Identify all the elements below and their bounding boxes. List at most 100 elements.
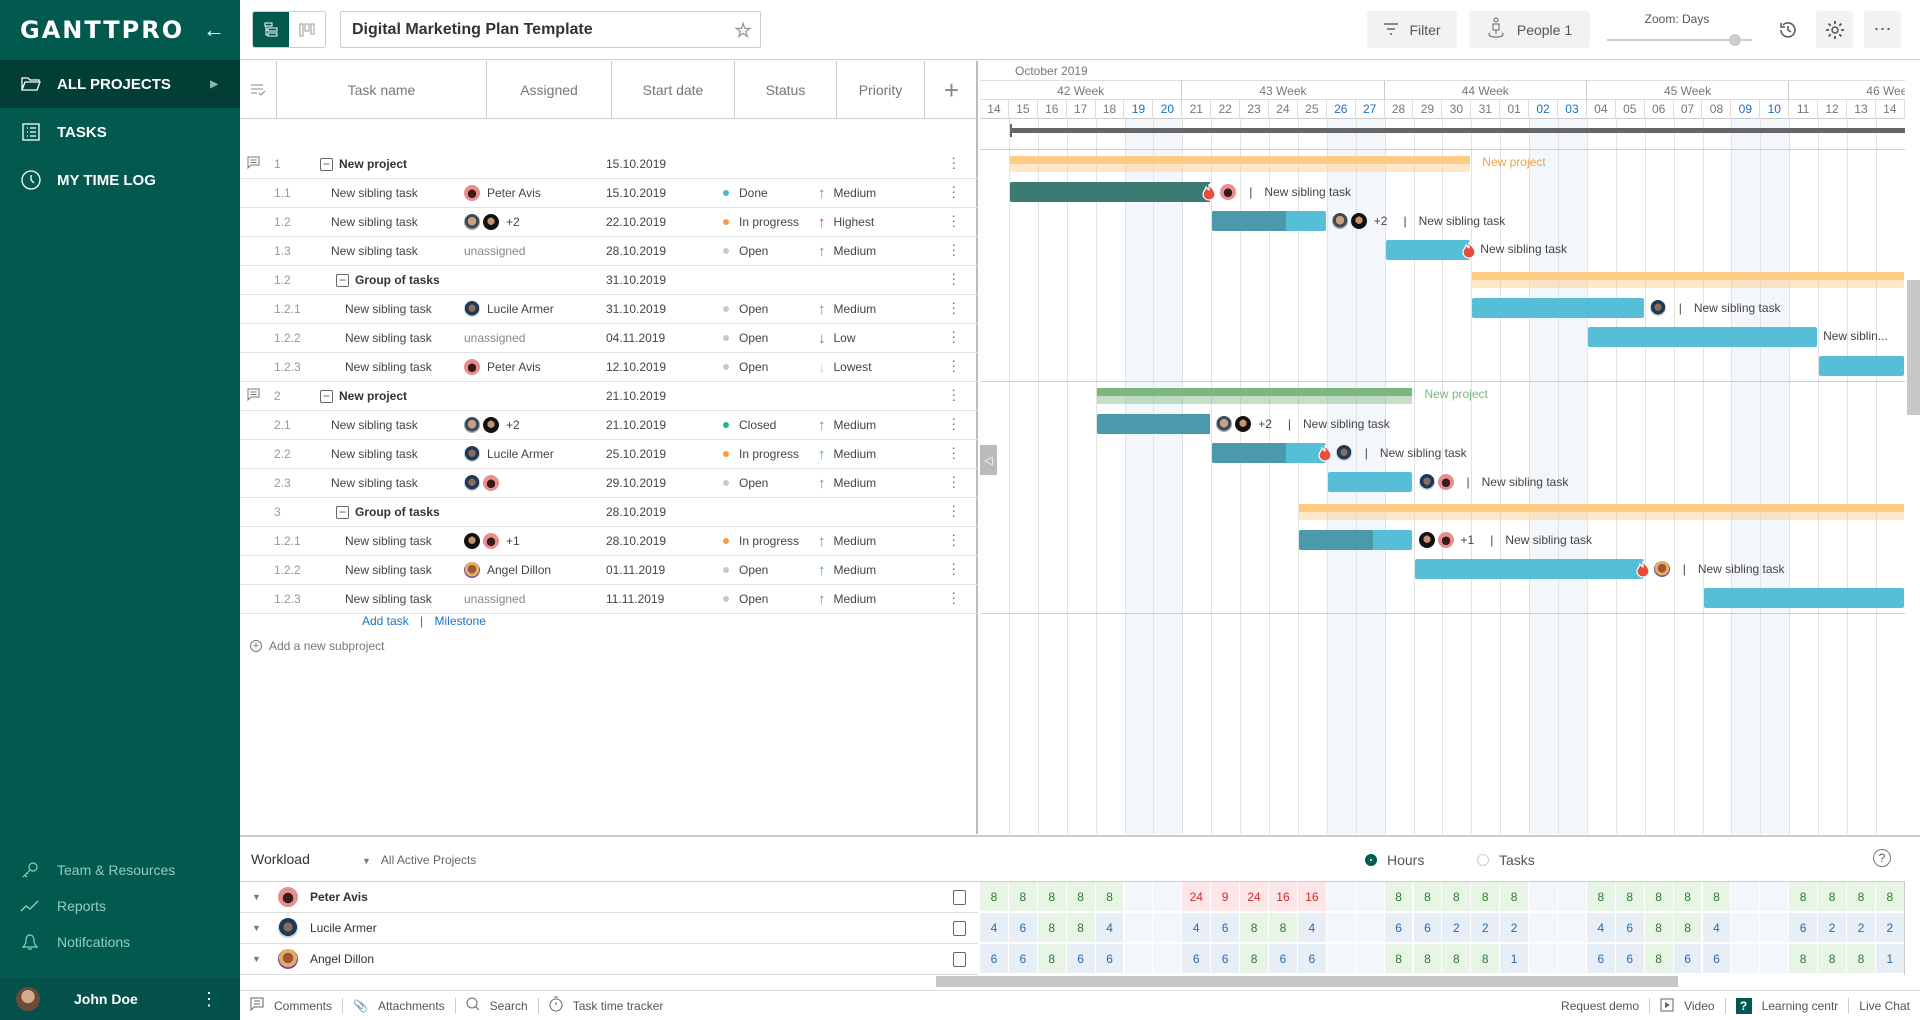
more-vertical-icon[interactable]: · · · bbox=[951, 237, 956, 261]
status-cell[interactable]: Open bbox=[712, 476, 818, 490]
task-name[interactable]: New sibling task bbox=[314, 302, 464, 316]
caret-down-icon[interactable]: ▼ bbox=[252, 923, 262, 933]
task-name[interactable]: New sibling task bbox=[314, 447, 464, 461]
zoom-thumb[interactable] bbox=[1729, 34, 1741, 46]
comments-button[interactable]: Comments bbox=[240, 997, 344, 1014]
add-task-link[interactable]: Add task bbox=[362, 614, 409, 628]
task-name[interactable]: New sibling task bbox=[314, 592, 464, 606]
table-row[interactable]: 1 − New project 15.10.2019 · · · bbox=[240, 150, 978, 179]
table-row[interactable]: 1.2 New sibling task +2 22.10.2019 In progre… bbox=[240, 208, 978, 237]
column-header-task-name[interactable]: Task name bbox=[277, 61, 487, 119]
summary-bar[interactable] bbox=[1472, 272, 1904, 288]
task-bar[interactable] bbox=[1009, 182, 1211, 202]
task-bar[interactable] bbox=[1212, 443, 1326, 463]
task-name[interactable]: New sibling task bbox=[314, 563, 464, 577]
vertical-scrollbar[interactable] bbox=[1907, 280, 1920, 415]
start-date[interactable]: 28.10.2019 bbox=[604, 505, 712, 519]
sidebar-item-reports[interactable]: Reports bbox=[0, 888, 240, 924]
collapse-toggle[interactable]: − bbox=[336, 274, 349, 287]
priority-cell[interactable]: ↑ Medium bbox=[818, 301, 914, 318]
task-bar[interactable] bbox=[1703, 588, 1904, 608]
priority-cell[interactable]: ↑ Medium bbox=[818, 446, 914, 463]
table-row[interactable]: 1.1 New sibling task Peter Avis 15.10.2019 D… bbox=[240, 179, 978, 208]
people-button[interactable]: People 1 bbox=[1469, 11, 1590, 48]
live-chat-link[interactable]: Live Chat bbox=[1849, 998, 1920, 1014]
more-vertical-icon[interactable]: · · · bbox=[951, 266, 956, 290]
start-date[interactable]: 15.10.2019 bbox=[604, 186, 712, 200]
comment-icon[interactable] bbox=[247, 156, 260, 172]
sidebar-item-team-resources[interactable]: Team & Resources bbox=[0, 852, 240, 888]
status-cell[interactable]: Open bbox=[712, 302, 818, 316]
task-name[interactable]: New sibling task bbox=[314, 360, 464, 374]
calendar-icon[interactable] bbox=[953, 952, 966, 967]
assigned-cell[interactable]: Peter Avis bbox=[464, 359, 604, 375]
collapse-toggle[interactable]: − bbox=[320, 158, 333, 171]
help-icon[interactable]: ? bbox=[1873, 849, 1891, 867]
table-row[interactable]: 1.2.2 New sibling task Angel Dillon 01.11.2… bbox=[240, 556, 978, 585]
status-cell[interactable]: Done bbox=[712, 186, 818, 200]
sidebar-item-my-time-log[interactable]: MY TIME LOG bbox=[0, 156, 240, 204]
zoom-slider[interactable]: Zoom: Days bbox=[1607, 12, 1752, 48]
milestone-link[interactable]: Milestone bbox=[435, 614, 486, 628]
add-column-button[interactable]: + bbox=[925, 61, 978, 119]
more-vertical-icon[interactable]: · · · bbox=[951, 324, 956, 348]
sidebar-item-notifications[interactable]: Notifcations bbox=[0, 924, 240, 960]
board-view-button[interactable] bbox=[289, 12, 325, 47]
collapse-pane-arrow-icon[interactable]: ◁ bbox=[980, 445, 997, 475]
user-profile[interactable]: John Doe ⋮ bbox=[0, 978, 240, 1020]
priority-cell[interactable]: ↓ Lowest bbox=[818, 359, 914, 376]
history-icon[interactable] bbox=[1769, 11, 1806, 48]
status-cell[interactable]: Closed bbox=[712, 418, 818, 432]
task-name[interactable]: New sibling task bbox=[314, 331, 464, 345]
start-date[interactable]: 29.10.2019 bbox=[604, 476, 712, 490]
sidebar-item-all-projects[interactable]: ALL PROJECTS ▶ bbox=[0, 60, 240, 108]
project-title-input[interactable]: Digital Marketing Plan Template ☆ bbox=[340, 11, 761, 48]
star-icon[interactable]: ☆ bbox=[734, 18, 752, 43]
video-link[interactable]: Video bbox=[1650, 998, 1726, 1014]
start-date[interactable]: 28.10.2019 bbox=[604, 244, 712, 258]
assigned-cell[interactable]: unassigned bbox=[464, 244, 604, 258]
more-vertical-icon[interactable]: · · · bbox=[951, 527, 956, 551]
task-name[interactable]: New sibling task bbox=[314, 244, 464, 258]
priority-cell[interactable]: ↑ Medium bbox=[818, 417, 914, 434]
table-row[interactable]: 1.2.3 New sibling task unassigned 11.11.201… bbox=[240, 585, 978, 614]
more-vertical-icon[interactable]: · · · bbox=[951, 295, 956, 319]
assigned-cell[interactable]: +2 bbox=[464, 417, 604, 433]
horizontal-scrollbar[interactable] bbox=[936, 976, 1678, 987]
task-bar[interactable] bbox=[1212, 211, 1326, 231]
project-filter-dropdown[interactable]: ▼ All Active Projects bbox=[362, 853, 476, 867]
hours-radio[interactable]: Hours bbox=[1365, 852, 1424, 868]
start-date[interactable]: 25.10.2019 bbox=[604, 447, 712, 461]
collapse-toggle[interactable]: − bbox=[320, 390, 333, 403]
filter-button[interactable]: Filter bbox=[1367, 11, 1457, 48]
summary-bar[interactable] bbox=[1096, 388, 1413, 404]
search-button[interactable]: Search bbox=[456, 997, 539, 1014]
task-name[interactable]: New sibling task bbox=[314, 418, 464, 432]
request-demo-link[interactable]: Request demo bbox=[1551, 998, 1651, 1014]
caret-down-icon[interactable]: ▼ bbox=[252, 954, 262, 964]
more-vertical-icon[interactable]: · · · bbox=[951, 179, 956, 203]
priority-cell[interactable]: ↑ Medium bbox=[818, 533, 914, 550]
more-vertical-icon[interactable]: · · · bbox=[951, 556, 956, 580]
workload-row[interactable]: ▼ Angel Dillon bbox=[240, 944, 978, 975]
more-vertical-icon[interactable]: · · · bbox=[951, 469, 956, 493]
table-row[interactable]: 3 − Group of tasks 28.10.2019 · · · bbox=[240, 498, 978, 527]
gear-icon[interactable] bbox=[1816, 11, 1853, 48]
task-bar[interactable] bbox=[1414, 559, 1644, 579]
task-name[interactable]: New sibling task bbox=[314, 186, 464, 200]
task-name[interactable]: − New project bbox=[314, 157, 464, 171]
assigned-cell[interactable] bbox=[464, 475, 604, 491]
assigned-cell[interactable]: Lucile Armer bbox=[464, 301, 604, 317]
table-row[interactable]: 1.2.3 New sibling task Peter Avis 12.10.201… bbox=[240, 353, 978, 382]
summary-bar[interactable] bbox=[1009, 156, 1471, 172]
more-vertical-icon[interactable]: · · · bbox=[951, 382, 956, 406]
task-name[interactable]: − Group of tasks bbox=[314, 505, 464, 519]
table-row[interactable]: 1.2.2 New sibling task unassigned 04.11.201… bbox=[240, 324, 978, 353]
start-date[interactable]: 04.11.2019 bbox=[604, 331, 712, 345]
priority-cell[interactable]: ↑ Medium bbox=[818, 562, 914, 579]
task-bar[interactable] bbox=[1819, 356, 1904, 376]
assigned-cell[interactable]: +1 bbox=[464, 533, 604, 549]
tasks-radio[interactable]: Tasks bbox=[1477, 852, 1535, 868]
start-date[interactable]: 22.10.2019 bbox=[604, 215, 712, 229]
table-row[interactable]: 1.3 New sibling task unassigned 28.10.2019 O… bbox=[240, 237, 978, 266]
